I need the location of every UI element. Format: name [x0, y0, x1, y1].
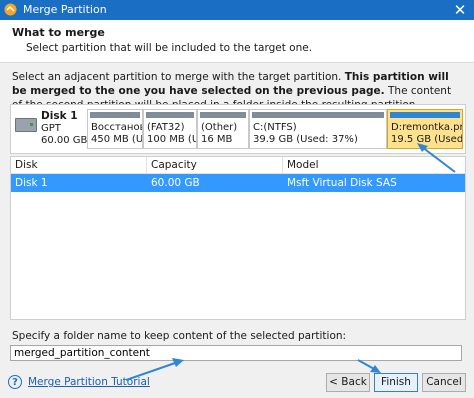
disk-type: GPT — [41, 123, 61, 134]
folder-name-label: Specify a folder name to keep content of… — [12, 330, 347, 342]
close-icon[interactable]: ✕ — [450, 1, 470, 19]
annotation-arrow-finish — [357, 359, 381, 373]
partition-usage-bar — [200, 112, 246, 118]
title-bar: Merge Partition ✕ — [0, 0, 474, 20]
table-row[interactable]: Disk 1 60.00 GB Msft Virtual Disk SAS — [11, 174, 465, 192]
partition-label: D:remontka.pro — [391, 122, 463, 133]
partition-usage-bar — [390, 112, 460, 118]
cell-disk: Disk 1 — [15, 177, 48, 189]
instructions-part1: Select an adjacent partition to merge wi… — [12, 71, 345, 83]
disk-name: Disk 1 — [41, 110, 78, 122]
disk-size: 60.00 GB — [41, 135, 88, 146]
partition-size: 39.9 GB (Used: 37%) — [253, 134, 358, 145]
partition-label: C:(NTFS) — [253, 122, 297, 133]
column-header-disk[interactable]: Disk — [11, 157, 147, 173]
help-icon[interactable]: ? — [8, 375, 22, 389]
partition-size: 450 MB (Us — [91, 134, 143, 145]
folder-name-input[interactable] — [10, 345, 462, 361]
partition-usage-bar — [146, 112, 194, 118]
partition-usage-bar — [90, 112, 140, 118]
partition-label: (Other) — [201, 122, 238, 133]
partition-block-recovery[interactable]: Восстанови 450 MB (Us — [87, 109, 143, 149]
app-icon — [4, 3, 17, 16]
cancel-button[interactable]: Cancel — [422, 373, 466, 392]
partition-block-fat32[interactable]: (FAT32) 100 MB (Us — [143, 109, 197, 149]
cell-model: Msft Virtual Disk SAS — [287, 177, 397, 189]
step-title: What to merge — [12, 26, 105, 39]
partition-size: 100 MB (Us — [147, 134, 196, 145]
step-subtitle: Select partition that will be included t… — [26, 42, 313, 54]
partition-block-other[interactable]: (Other) 16 MB — [197, 109, 249, 149]
partition-label: (FAT32) — [147, 122, 185, 133]
partition-label: Восстанови — [91, 122, 142, 133]
annotation-arrow-folder — [125, 358, 184, 381]
partition-block-c[interactable]: C:(NTFS) 39.9 GB (Used: 37%) — [249, 109, 387, 149]
cell-capacity: 60.00 GB — [151, 177, 200, 189]
annotation-arrow-partition — [417, 143, 456, 173]
column-header-capacity[interactable]: Capacity — [147, 157, 283, 173]
window-title: Merge Partition — [23, 3, 107, 16]
wizard-header: What to merge Select partition that will… — [0, 20, 474, 63]
partition-size: 16 MB — [201, 134, 233, 145]
disk-icon — [15, 118, 37, 132]
disk-map: Disk 1 GPT 60.00 GB Восстанови 450 MB (U… — [10, 104, 466, 154]
disk-table: Disk Capacity Model Disk 1 60.00 GB Msft… — [10, 156, 466, 320]
partition-usage-bar — [252, 112, 384, 118]
